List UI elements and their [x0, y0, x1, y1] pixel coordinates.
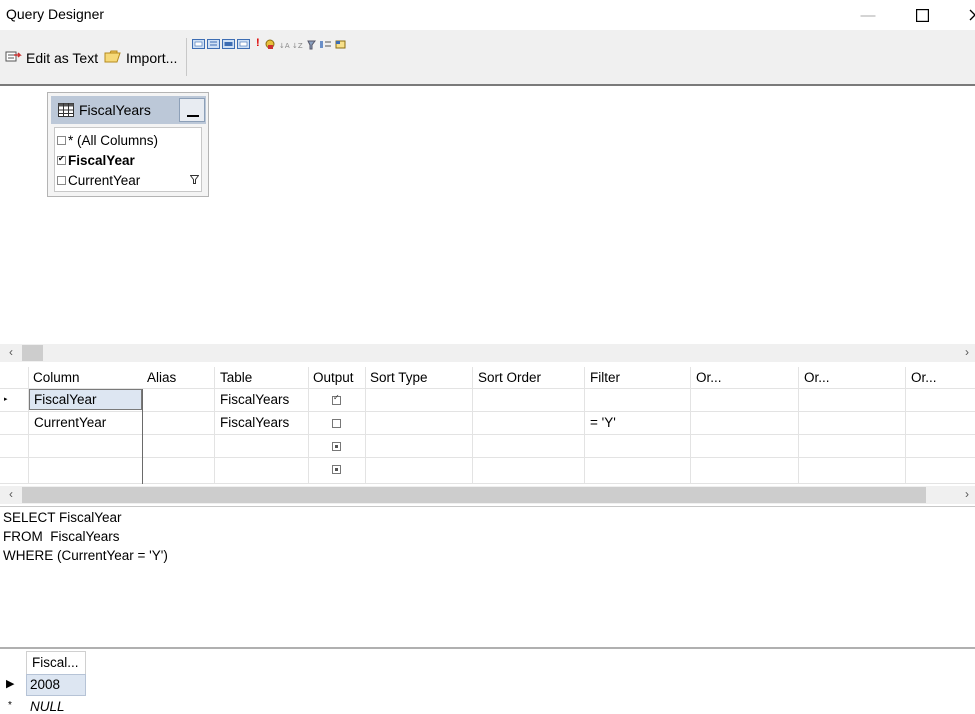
- header-or-3[interactable]: Or...: [911, 370, 937, 385]
- table-column-list[interactable]: * (All Columns) FiscalYear CurrentYear: [54, 127, 202, 192]
- sql-pane[interactable]: SELECT FiscalYear FROM FiscalYears WHERE…: [0, 506, 975, 647]
- scrollbar-thumb[interactable]: [22, 487, 926, 503]
- pane-toggle-icons[interactable]: [192, 39, 250, 50]
- cell-column[interactable]: FiscalYear: [34, 392, 97, 407]
- svg-text:↓Z: ↓Z: [292, 42, 303, 50]
- column-label: FiscalYear: [68, 152, 135, 168]
- execute-icon[interactable]: !: [256, 37, 260, 49]
- results-header-label: Fiscal...: [32, 655, 79, 670]
- header-alias[interactable]: Alias: [147, 370, 176, 385]
- column-all[interactable]: * (All Columns): [57, 131, 158, 149]
- header-column[interactable]: Column: [33, 370, 80, 385]
- filter-icon: [189, 175, 200, 187]
- header-or-2[interactable]: Or...: [804, 370, 830, 385]
- table-window-header[interactable]: FiscalYears: [51, 96, 206, 124]
- sql-line[interactable]: WHERE (CurrentYear = 'Y'): [3, 548, 168, 563]
- column-currentyear[interactable]: CurrentYear: [57, 171, 140, 189]
- table-icon: [58, 103, 74, 120]
- sql-line[interactable]: FROM FiscalYears: [3, 529, 120, 544]
- column-fiscalyear-checkbox[interactable]: [57, 154, 66, 165]
- row-pointer-icon: ▸: [4, 396, 8, 403]
- edit-text-icon: [5, 49, 22, 67]
- header-or-1[interactable]: Or...: [696, 370, 722, 385]
- diagram-scrollbar[interactable]: ‹ ›: [0, 344, 975, 362]
- column-label: CurrentYear: [68, 172, 141, 188]
- edit-as-text-label: Edit as Text: [26, 50, 99, 66]
- new-row-icon: *: [8, 700, 12, 711]
- column-all-checkbox[interactable]: [57, 135, 66, 145]
- results-new-row-cell[interactable]: NULL: [30, 699, 65, 714]
- import-button[interactable]: Import...: [104, 48, 177, 68]
- header-filter[interactable]: Filter: [590, 370, 620, 385]
- edit-as-text-button[interactable]: Edit as Text: [5, 48, 98, 68]
- output-checkbox[interactable]: [332, 465, 341, 474]
- column-fiscalyear[interactable]: FiscalYear: [57, 151, 135, 169]
- title-bar: Query Designer —: [0, 0, 975, 30]
- results-pane[interactable]: Fiscal... ▶ 2008 * NULL: [0, 647, 975, 714]
- scroll-right-arrow-icon[interactable]: ›: [965, 487, 969, 501]
- cell-column[interactable]: CurrentYear: [34, 415, 106, 430]
- current-row-icon: ▶: [6, 678, 15, 690]
- table-minimize-button[interactable]: [179, 98, 205, 122]
- scroll-right-arrow-icon[interactable]: ›: [965, 345, 969, 359]
- sql-line[interactable]: SELECT FiscalYear: [3, 510, 122, 525]
- toolbar-separator: [186, 38, 187, 76]
- diagram-pane[interactable]: FiscalYears * (All Columns) FiscalYear C…: [0, 86, 975, 343]
- maximize-button[interactable]: [902, 0, 942, 30]
- query-tool-icons[interactable]: ↓A ↓Z: [265, 39, 349, 50]
- column-label: * (All Columns): [68, 132, 159, 148]
- header-sort-type[interactable]: Sort Type: [370, 370, 428, 385]
- header-sort-order[interactable]: Sort Order: [478, 370, 541, 385]
- scrollbar-thumb[interactable]: [22, 345, 43, 361]
- folder-icon: [104, 49, 122, 67]
- column-currentyear-checkbox[interactable]: [57, 175, 66, 185]
- criteria-grid[interactable]: Column Alias Table Output Sort Type Sort…: [0, 367, 975, 485]
- results-cell[interactable]: 2008: [30, 677, 60, 692]
- header-table[interactable]: Table: [220, 370, 252, 385]
- output-checkbox[interactable]: [332, 393, 341, 405]
- toolbar: Edit as Text Import... ! ↓A ↓Z: [0, 30, 975, 86]
- output-checkbox[interactable]: [332, 419, 341, 428]
- scroll-left-arrow-icon[interactable]: ‹: [9, 487, 13, 501]
- svg-text:↓A: ↓A: [279, 42, 290, 50]
- header-output[interactable]: Output: [313, 370, 354, 385]
- cell-table[interactable]: FiscalYears: [220, 415, 289, 430]
- table-window[interactable]: FiscalYears * (All Columns) FiscalYear C…: [47, 92, 209, 197]
- close-button[interactable]: [955, 0, 975, 30]
- output-checkbox[interactable]: [332, 442, 341, 451]
- cell-filter[interactable]: = 'Y': [590, 415, 616, 430]
- window-title: Query Designer: [6, 6, 105, 22]
- cell-table[interactable]: FiscalYears: [220, 392, 289, 407]
- minimize-button[interactable]: —: [848, 0, 888, 30]
- table-name: FiscalYears: [79, 102, 151, 118]
- scroll-left-arrow-icon[interactable]: ‹: [9, 345, 13, 359]
- grid-scrollbar[interactable]: ‹ ›: [0, 486, 975, 504]
- import-label: Import...: [126, 50, 178, 66]
